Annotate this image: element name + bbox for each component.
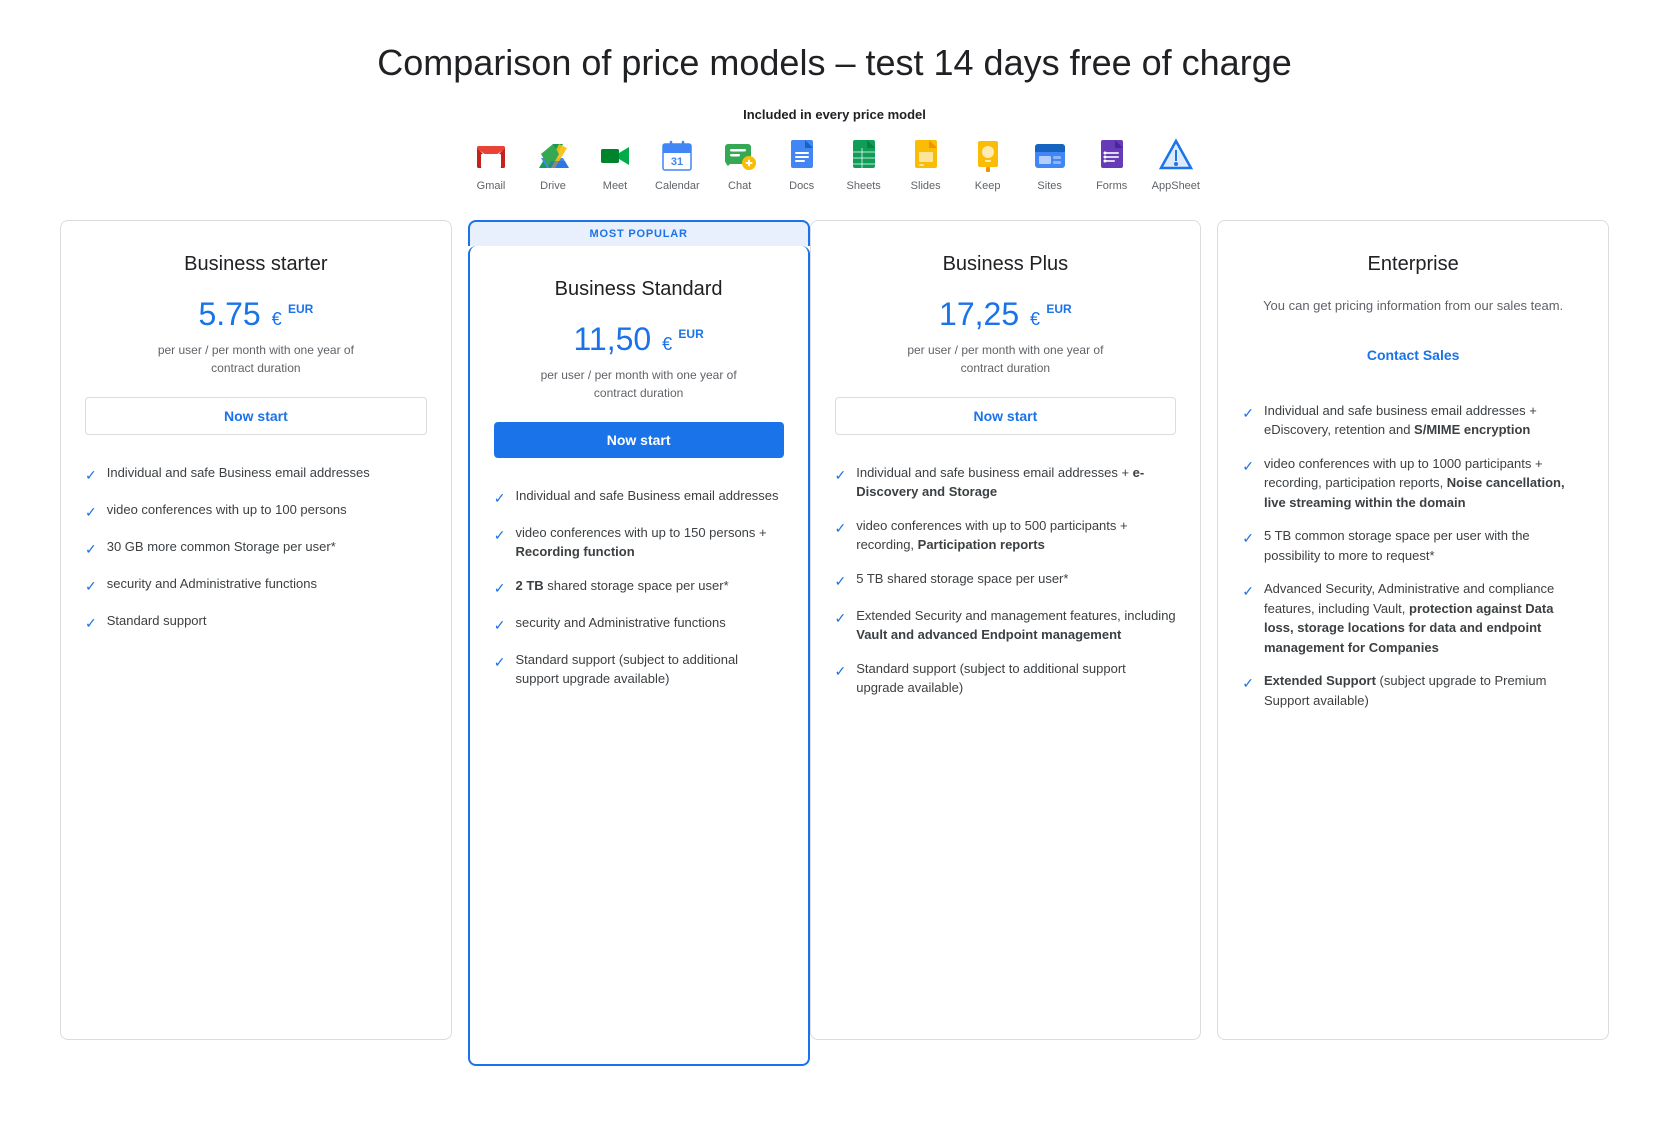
plan-standard-wrapper: MOST POPULAR Business Standard 11,50 € E… <box>468 220 810 1066</box>
check-icon: ✓ <box>1242 673 1254 694</box>
plan-plus-cta[interactable]: Now start <box>835 397 1177 435</box>
feature-item: ✓5 TB shared storage space per user* <box>835 569 1177 592</box>
app-name-forms: Forms <box>1096 180 1127 192</box>
check-icon: ✓ <box>85 502 97 523</box>
page-title: Comparison of price models – test 14 day… <box>60 40 1609 87</box>
plan-plus-price-desc: per user / per month with one year ofcon… <box>835 341 1177 377</box>
feature-item: ✓Individual and safe Business email addr… <box>85 463 427 486</box>
check-icon: ✓ <box>85 539 97 560</box>
app-calendar: 31 Calendar <box>655 136 700 192</box>
feature-item: ✓30 GB more common Storage per user* <box>85 537 427 560</box>
plan-starter-price-row: 5.75 € EUR <box>85 296 427 333</box>
app-name-chat: Chat <box>728 180 751 192</box>
feature-item: ✓video conferences with up to 1000 parti… <box>1242 454 1584 513</box>
feature-item: ✓5 TB common storage space per user with… <box>1242 526 1584 565</box>
plan-starter-features: ✓Individual and safe Business email addr… <box>85 463 427 634</box>
check-icon: ✓ <box>1242 403 1254 424</box>
app-meet: Meet <box>593 136 637 192</box>
check-icon: ✓ <box>85 613 97 634</box>
plan-starter-cta[interactable]: Now start <box>85 397 427 435</box>
check-icon: ✓ <box>494 525 506 546</box>
feature-item: ✓Individual and safe business email addr… <box>1242 401 1584 440</box>
plan-standard-name: Business Standard <box>494 278 784 301</box>
plan-starter: Business starter 5.75 € EUR per user / p… <box>60 220 452 1040</box>
plan-plus: Business Plus 17,25 € EUR per user / per… <box>810 220 1202 1040</box>
feature-item: ✓video conferences with up to 100 person… <box>85 500 427 523</box>
feature-item: ✓Standard support <box>85 611 427 634</box>
app-name-gmail: Gmail <box>477 180 506 192</box>
check-icon: ✓ <box>1242 581 1254 602</box>
plans-container: Business starter 5.75 € EUR per user / p… <box>60 220 1609 1066</box>
check-icon: ✓ <box>1242 456 1254 477</box>
plan-plus-price: 17,25 € EUR <box>939 296 1072 332</box>
check-icon: ✓ <box>835 608 847 629</box>
plan-plus-features: ✓Individual and safe business email addr… <box>835 463 1177 698</box>
app-name-keep: Keep <box>975 180 1001 192</box>
check-icon: ✓ <box>494 615 506 636</box>
plan-enterprise-cta[interactable]: Contact Sales <box>1242 337 1584 373</box>
plan-standard-price: 11,50 € EUR <box>573 321 703 357</box>
plan-standard-price-desc: per user / per month with one year ofcon… <box>494 366 784 402</box>
app-appsheet: AppSheet <box>1152 136 1200 192</box>
app-name-drive: Drive <box>540 180 566 192</box>
app-name-meet: Meet <box>603 180 627 192</box>
app-drive: Drive <box>531 136 575 192</box>
app-name-sheets: Sheets <box>847 180 881 192</box>
feature-item: ✓Standard support (subject to additional… <box>494 650 784 689</box>
check-icon: ✓ <box>85 576 97 597</box>
app-name-calendar: Calendar <box>655 180 700 192</box>
feature-item: ✓Advanced Security, Administrative and c… <box>1242 579 1584 657</box>
app-name-sites: Sites <box>1037 180 1061 192</box>
feature-item: ✓video conferences with up to 150 person… <box>494 523 784 562</box>
app-slides: Slides <box>904 136 948 192</box>
feature-item: ✓Standard support (subject to additional… <box>835 659 1177 698</box>
check-icon: ✓ <box>835 518 847 539</box>
app-keep: Keep <box>966 136 1010 192</box>
plan-enterprise: Enterprise You can get pricing informati… <box>1217 220 1609 1040</box>
plan-enterprise-features: ✓Individual and safe business email addr… <box>1242 401 1584 711</box>
plan-standard-price-row: 11,50 € EUR <box>494 321 784 358</box>
feature-item: ✓Individual and safe business email addr… <box>835 463 1177 502</box>
svg-text:31: 31 <box>671 156 683 168</box>
app-name-docs: Docs <box>789 180 814 192</box>
check-icon: ✓ <box>835 661 847 682</box>
plan-starter-price: 5.75 € EUR <box>198 296 313 332</box>
feature-item: ✓Extended Support (subject upgrade to Pr… <box>1242 671 1584 710</box>
feature-item: ✓security and Administrative functions <box>494 613 784 636</box>
check-icon: ✓ <box>85 465 97 486</box>
apps-icons-row: Gmail Drive Meet <box>60 136 1609 192</box>
check-icon: ✓ <box>835 571 847 592</box>
app-name-slides: Slides <box>911 180 941 192</box>
popular-badge: MOST POPULAR <box>468 220 810 246</box>
check-icon: ✓ <box>494 488 506 509</box>
feature-item: ✓security and Administrative functions <box>85 574 427 597</box>
feature-item: ✓Individual and safe Business email addr… <box>494 486 784 509</box>
app-gmail: Gmail <box>469 136 513 192</box>
app-sheets: Sheets <box>842 136 886 192</box>
plan-standard: Business Standard 11,50 € EUR per user /… <box>468 246 810 1066</box>
check-icon: ✓ <box>835 465 847 486</box>
plan-standard-cta[interactable]: Now start <box>494 422 784 458</box>
plan-starter-name: Business starter <box>85 253 427 276</box>
feature-item: ✓Extended Security and management featur… <box>835 606 1177 645</box>
included-label: Included in every price model <box>60 107 1609 122</box>
plan-enterprise-desc: You can get pricing information from our… <box>1242 296 1584 317</box>
check-icon: ✓ <box>1242 528 1254 549</box>
check-icon: ✓ <box>494 578 506 599</box>
app-docs: Docs <box>780 136 824 192</box>
plan-standard-features: ✓Individual and safe Business email addr… <box>494 486 784 689</box>
check-icon: ✓ <box>494 652 506 673</box>
feature-item: ✓2 TB shared storage space per user* <box>494 576 784 599</box>
app-name-appsheet: AppSheet <box>1152 180 1200 192</box>
plan-plus-price-row: 17,25 € EUR <box>835 296 1177 333</box>
plan-enterprise-name: Enterprise <box>1242 253 1584 276</box>
app-sites: Sites <box>1028 136 1072 192</box>
app-chat: Chat <box>718 136 762 192</box>
plan-starter-price-desc: per user / per month with one year ofcon… <box>85 341 427 377</box>
plan-plus-name: Business Plus <box>835 253 1177 276</box>
app-forms: Forms <box>1090 136 1134 192</box>
feature-item: ✓video conferences with up to 500 partic… <box>835 516 1177 555</box>
